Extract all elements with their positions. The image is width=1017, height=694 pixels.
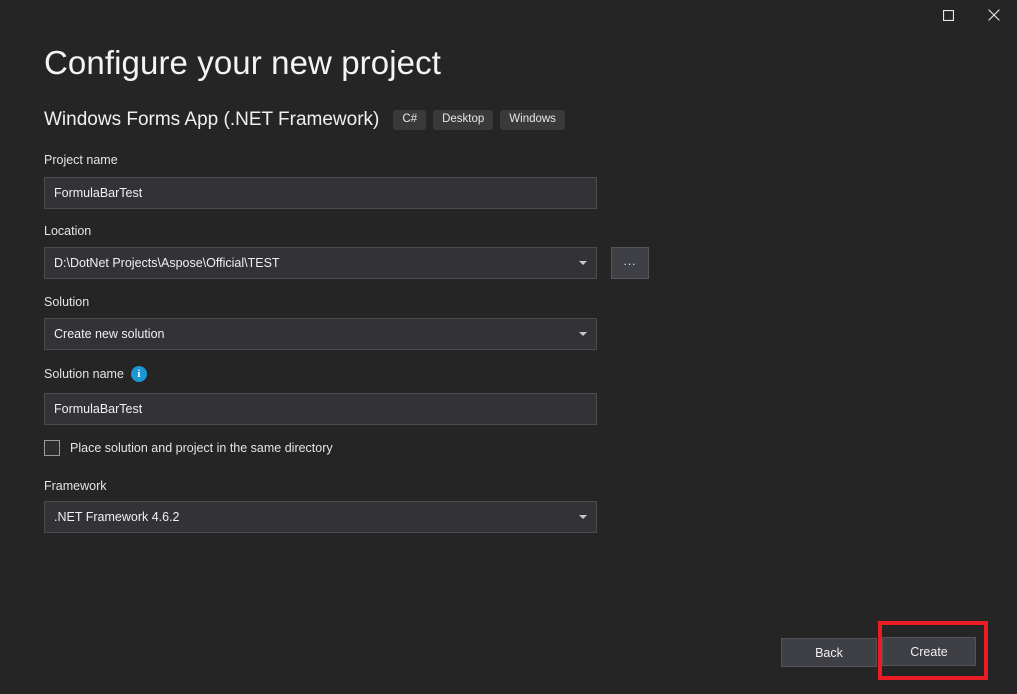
chevron-down-icon[interactable] [579,332,587,336]
tag-platform: Desktop [433,109,494,131]
page-title: Configure your new project [44,44,441,81]
tag-os: Windows [500,109,565,131]
close-button[interactable] [971,0,1017,30]
create-button[interactable]: Create [882,637,976,666]
location-browse-button[interactable]: ... [611,247,649,279]
project-template-row: Windows Forms App (.NET Framework) C# De… [44,107,572,133]
tag-language: C# [393,109,427,131]
solution-name-label: Solution name [44,367,124,381]
solution-value: Create new solution [54,327,165,341]
maximize-icon [942,9,954,21]
project-name-label: Project name [44,153,118,167]
solution-combobox[interactable]: Create new solution [44,318,597,350]
same-directory-checkbox[interactable] [44,440,60,456]
same-directory-label: Place solution and project in the same d… [70,441,333,455]
solution-label: Solution [44,295,90,309]
framework-combobox[interactable]: .NET Framework 4.6.2 [44,501,597,533]
info-icon[interactable]: i [130,366,147,382]
framework-value: .NET Framework 4.6.2 [54,510,180,524]
project-name-input[interactable]: FormulaBarTest [44,177,597,209]
location-combobox[interactable]: D:\DotNet Projects\Aspose\Official\TEST [44,247,597,279]
solution-name-input[interactable]: FormulaBarTest [44,393,597,425]
back-button[interactable]: Back [781,638,877,667]
close-icon [988,9,1000,21]
solution-name-label-row: Solution name i [44,366,147,382]
solution-name-value: FormulaBarTest [54,402,143,416]
framework-label: Framework [44,479,107,493]
project-template-name: Windows Forms App (.NET Framework) [44,109,380,130]
maximize-button[interactable] [925,0,971,30]
chevron-down-icon[interactable] [579,261,587,265]
title-bar [0,0,1017,30]
location-label: Location [44,224,92,238]
chevron-down-icon[interactable] [579,515,587,519]
project-name-value: FormulaBarTest [54,186,143,200]
same-directory-checkbox-row[interactable]: Place solution and project in the same d… [44,440,333,456]
location-value: D:\DotNet Projects\Aspose\Official\TEST [54,256,280,270]
tag-list: C# Desktop Windows [393,109,572,131]
